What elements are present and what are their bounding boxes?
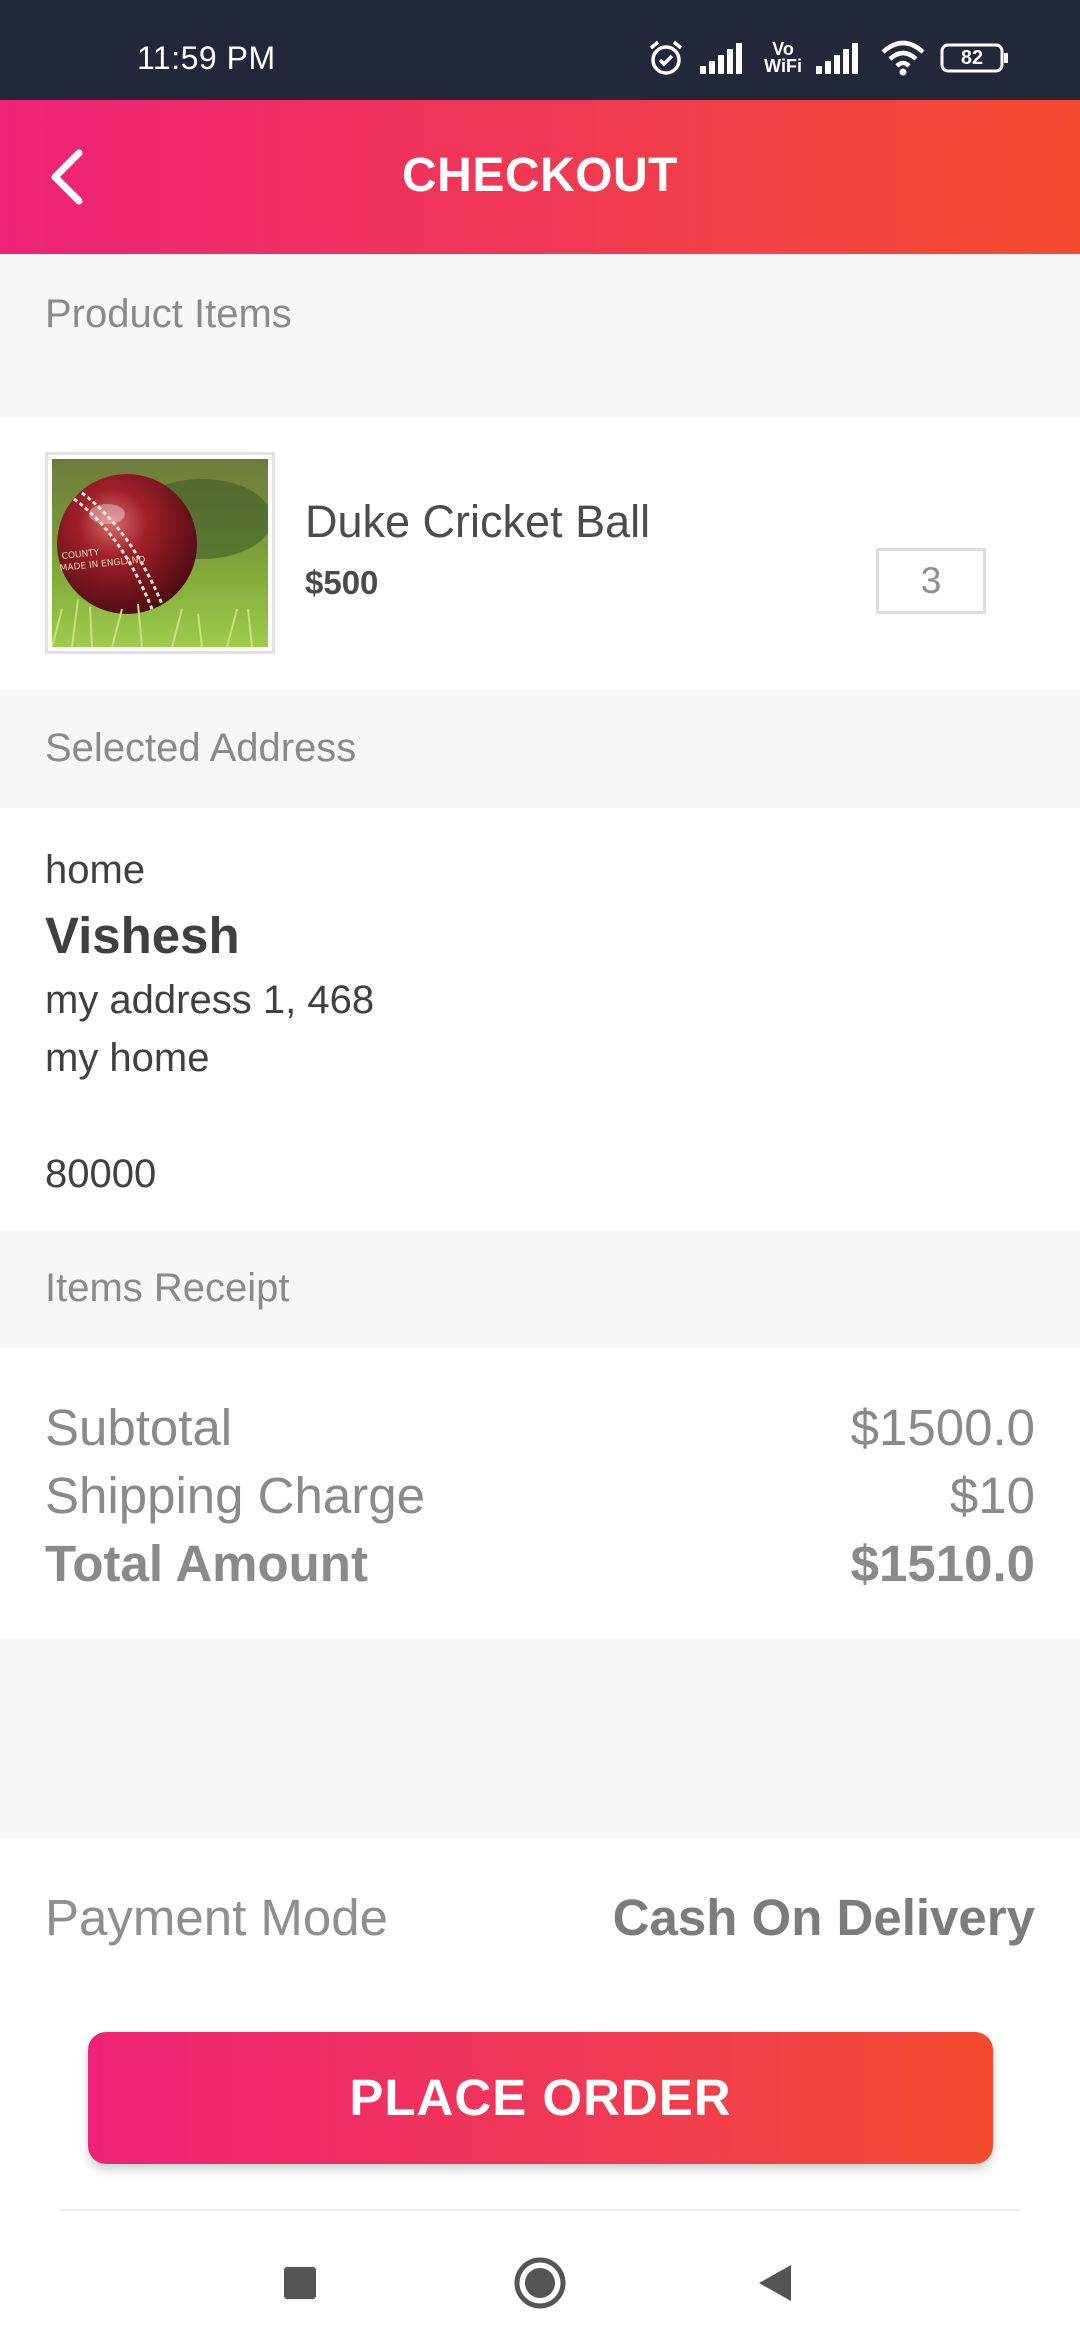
address-name: Vishesh <box>45 907 240 964</box>
recents-square-icon <box>284 2267 316 2299</box>
wifi-icon <box>880 40 926 76</box>
signal-icon-2 <box>816 42 866 74</box>
subtotal-label: Subtotal <box>45 1399 233 1456</box>
alarm-icon <box>646 38 686 78</box>
home-circle-icon <box>514 2257 566 2309</box>
address-type: home <box>45 848 146 892</box>
receipt-row-shipping: Shipping Charge $10 <box>45 1466 1035 1532</box>
vowifi-bottom: WiFi <box>764 56 802 76</box>
receipt-row-subtotal: Subtotal $1500.0 <box>45 1398 1035 1464</box>
product-image: COUNTY MADE IN ENGLAND <box>45 452 275 654</box>
product-name: Duke Cricket Ball <box>305 496 651 547</box>
product-list-item[interactable]: COUNTY MADE IN ENGLAND Duke Cricket Ball… <box>0 418 1080 690</box>
system-back-button[interactable] <box>740 2248 810 2318</box>
subtotal-value: $1500.0 <box>850 1399 1035 1456</box>
section-header-selected-address: Selected Address <box>0 690 1080 808</box>
section-header-items-receipt: Items Receipt <box>0 1230 1080 1348</box>
address-line-1: my address 1, 468 <box>45 978 375 1022</box>
receipt-row-total: Total Amount $1510.0 <box>45 1534 1035 1600</box>
product-price: $500 <box>305 564 379 601</box>
payment-mode-label: Payment Mode <box>45 1889 389 1946</box>
total-value: $1510.0 <box>850 1535 1035 1592</box>
system-nav-bar <box>0 2212 1080 2340</box>
battery-level: 82 <box>960 47 984 69</box>
payment-mode-value[interactable]: Cash On Delivery <box>613 1888 1035 1947</box>
section-title-items-receipt: Items Receipt <box>45 1266 290 1310</box>
page-title: CHECKOUT <box>402 149 678 202</box>
back-triangle-icon <box>759 2265 791 2301</box>
section-title-product-items: Product Items <box>45 292 292 336</box>
place-order-button[interactable]: PLACE ORDER <box>88 2032 993 2164</box>
total-label: Total Amount <box>45 1535 368 1592</box>
spacer-band <box>0 1638 1080 1838</box>
section-header-product-items: Product Items <box>0 254 1080 418</box>
cricket-ball-image: COUNTY MADE IN ENGLAND <box>51 459 272 648</box>
app-bar: CHECKOUT <box>0 100 1080 254</box>
status-time: 11:59 PM <box>137 40 276 76</box>
home-button[interactable] <box>505 2248 575 2318</box>
status-icons: Vo WiFi 82 <box>646 38 1010 78</box>
vowifi-indicator: Vo WiFi <box>764 40 802 76</box>
address-pincode: 80000 <box>45 1152 157 1196</box>
signal-icon <box>700 42 750 74</box>
recents-button[interactable] <box>265 2248 335 2318</box>
nav-divider <box>60 2209 1020 2211</box>
shipping-value: $10 <box>949 1467 1035 1524</box>
battery-icon: 82 <box>940 42 1010 74</box>
quantity-field[interactable]: 3 <box>876 548 986 614</box>
shipping-label: Shipping Charge <box>45 1467 425 1524</box>
status-bar: 11:59 PM Vo WiFi 82 <box>0 0 1080 100</box>
address-line-2: my home <box>45 1036 210 1080</box>
section-title-selected-address: Selected Address <box>45 726 357 770</box>
